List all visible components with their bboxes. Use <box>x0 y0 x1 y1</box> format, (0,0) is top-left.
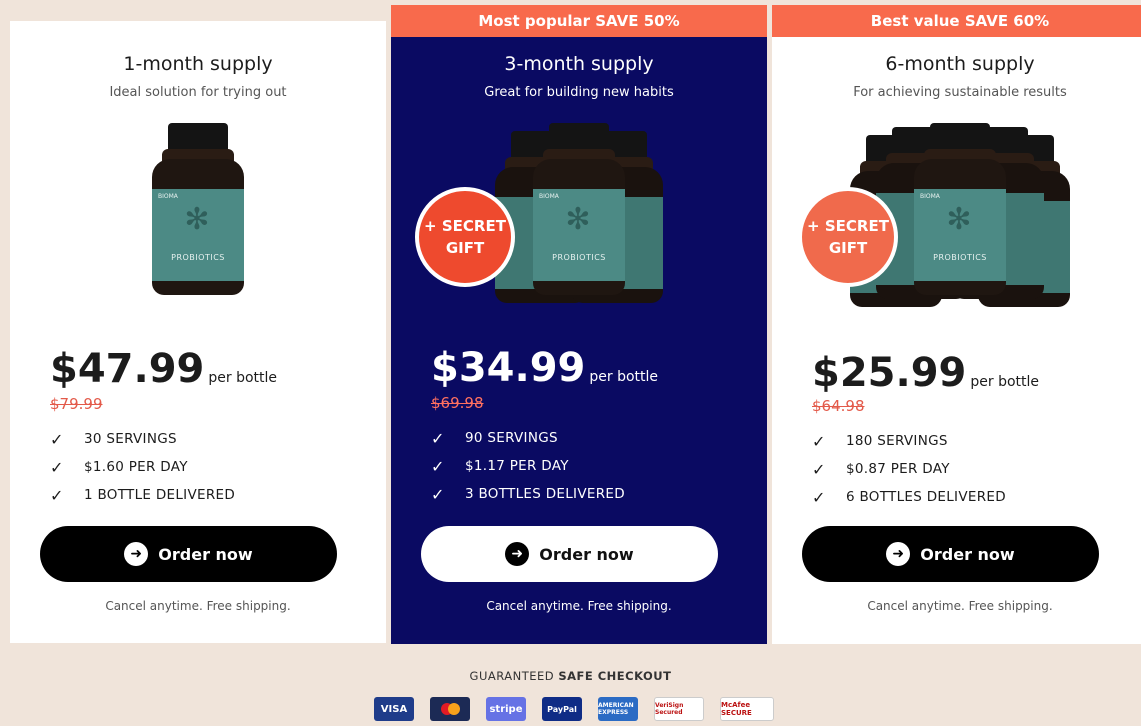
feature-item: ✓ 90 SERVINGS <box>431 428 558 448</box>
feature-item: ✓ 1 BOTTLE DELIVERED <box>50 485 236 505</box>
safe-checkout-text: GUARANTEED SAFE CHECKOUT <box>469 669 672 683</box>
product-image: BIOMA ✻ PROBIOTICS <box>10 117 386 327</box>
checkmark-icon: ✓ <box>812 487 826 507</box>
arrow-right-icon: ➜ <box>505 542 530 566</box>
feature-item: ✓ 6 BOTTLES DELIVERED <box>812 487 1006 507</box>
checkmark-icon: ✓ <box>812 459 826 479</box>
price-row: $34.99 per bottle <box>431 345 658 391</box>
plan-card-1-month: 1-month supply Ideal solution for trying… <box>10 21 386 643</box>
secret-gift-badge: + SECRET GIFT <box>415 187 515 287</box>
order-now-button[interactable]: ➜ Order now <box>40 526 337 582</box>
feature-item: ✓ 3 BOTTLES DELIVERED <box>431 484 625 504</box>
feature-item: ✓ 180 SERVINGS <box>812 431 948 451</box>
price-row: $47.99 per bottle <box>50 346 277 392</box>
plan-subtitle: Ideal solution for trying out <box>109 85 287 100</box>
plan-title: 6-month supply <box>885 53 1035 75</box>
amex-icon: AMERICAN EXPRESS <box>598 697 638 721</box>
plan-card-3-month: Most popular SAVE 50% 3-month supply Gre… <box>391 5 767 644</box>
secret-gift-badge: + SECRET GIFT <box>798 187 898 287</box>
price-row: $25.99 per bottle <box>812 350 1039 396</box>
plan-note: Cancel anytime. Free shipping. <box>486 599 672 613</box>
plan-card-6-month: Best value SAVE 60% 6-month supply For a… <box>772 5 1141 644</box>
plan-subtitle: Great for building new habits <box>484 85 674 100</box>
price-unit: per bottle <box>970 374 1039 390</box>
feature-item: ✓ $1.17 PER DAY <box>431 456 569 476</box>
feature-item: ✓ $1.60 PER DAY <box>50 457 188 477</box>
bottle: BIOMA ✻ PROBIOTICS <box>914 123 1006 295</box>
original-price: $64.98 <box>812 397 865 415</box>
stripe-icon: stripe <box>486 697 526 721</box>
checkmark-icon: ✓ <box>50 457 64 477</box>
mcafee-icon: McAfee SECURE <box>720 697 774 721</box>
product-image: BIOMA ✻ PROBIOTICS + SECRET GIFT <box>391 117 767 327</box>
plan-subtitle: For achieving sustainable results <box>853 85 1067 100</box>
arrow-right-icon: ➜ <box>124 542 149 566</box>
price: $47.99 <box>50 346 205 392</box>
price: $34.99 <box>431 345 586 391</box>
plan-title: 1-month supply <box>123 53 273 75</box>
feature-item: ✓ $0.87 PER DAY <box>812 459 950 479</box>
original-price: $69.98 <box>431 394 484 412</box>
payment-methods: VISA stripe PayPal AMERICAN EXPRESS Veri… <box>374 697 774 721</box>
price-unit: per bottle <box>208 370 277 386</box>
bottle: BIOMA ✻ PROBIOTICS <box>533 123 625 295</box>
feature-list: ✓ 30 SERVINGS ✓ $1.60 PER DAY ✓ 1 BOTTLE DE… <box>50 425 235 509</box>
checkmark-icon: ✓ <box>50 485 64 505</box>
visa-icon: VISA <box>374 697 414 721</box>
original-price: $79.99 <box>50 395 103 413</box>
mastercard-icon <box>430 697 470 721</box>
verisign-icon: VeriSign Secured <box>654 697 704 721</box>
order-now-button[interactable]: ➜ Order now <box>802 526 1099 582</box>
checkmark-icon: ✓ <box>431 428 445 448</box>
price: $25.99 <box>812 350 967 396</box>
checkmark-icon: ✓ <box>431 456 445 476</box>
paypal-icon: PayPal <box>542 697 582 721</box>
feature-item: ✓ 30 SERVINGS <box>50 429 177 449</box>
arrow-right-icon: ➜ <box>886 542 911 566</box>
order-now-button[interactable]: ➜ Order now <box>421 526 718 582</box>
plan-banner: Best value SAVE 60% <box>772 5 1141 37</box>
product-image: BIOMA ✻ PROBIOTICS + SECRET GIFT <box>772 117 1141 327</box>
checkmark-icon: ✓ <box>50 429 64 449</box>
feature-list: ✓ 180 SERVINGS ✓ $0.87 PER DAY ✓ 6 BOTTLES … <box>812 427 1006 511</box>
plan-title: 3-month supply <box>504 53 654 75</box>
plan-note: Cancel anytime. Free shipping. <box>105 599 291 613</box>
checkmark-icon: ✓ <box>431 484 445 504</box>
bottle: BIOMA ✻ PROBIOTICS <box>152 123 244 295</box>
plan-note: Cancel anytime. Free shipping. <box>867 599 1053 613</box>
checkmark-icon: ✓ <box>812 431 826 451</box>
plan-banner: Most popular SAVE 50% <box>391 5 767 37</box>
price-unit: per bottle <box>589 369 658 385</box>
feature-list: ✓ 90 SERVINGS ✓ $1.17 PER DAY ✓ 3 BOTTLES D… <box>431 424 625 508</box>
